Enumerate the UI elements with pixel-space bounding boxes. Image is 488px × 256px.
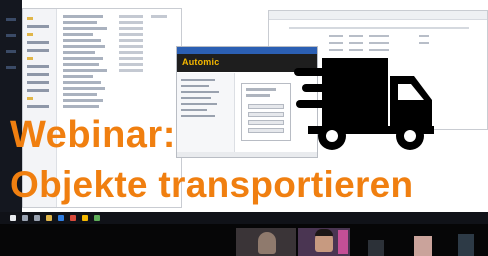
folder-icon: [27, 33, 33, 36]
list-item-date: [119, 15, 143, 18]
video-call-strip: [0, 224, 488, 256]
participant-video-tile[interactable]: [458, 234, 474, 256]
tree-item[interactable]: [181, 85, 209, 87]
nav-item[interactable]: [27, 25, 49, 28]
list-item-date: [119, 45, 143, 48]
tree-item[interactable]: [181, 79, 215, 81]
list-item-date: [119, 21, 143, 24]
list-item[interactable]: [63, 33, 93, 36]
thumbnail: Automic Webinar: Objekte transportieren: [0, 0, 488, 256]
list-item[interactable]: [63, 81, 101, 84]
app-brand-logo: Automic: [182, 57, 220, 67]
list-item[interactable]: [63, 45, 105, 48]
app-icon[interactable]: [82, 215, 88, 221]
nav-item[interactable]: [27, 49, 49, 52]
table-cell: [349, 35, 363, 37]
participant-video-tile[interactable]: [368, 240, 384, 256]
dialog-option-button[interactable]: [248, 128, 284, 133]
list-item[interactable]: [63, 93, 97, 96]
tree-item[interactable]: [181, 103, 217, 105]
participant-video-tile[interactable]: [236, 228, 296, 256]
wheel-hub: [326, 130, 338, 142]
list-item[interactable]: [63, 75, 93, 78]
tile-background: [338, 230, 348, 254]
nav-item[interactable]: [27, 65, 49, 68]
table-cell: [329, 49, 343, 51]
folder-icon: [27, 17, 33, 20]
list-item[interactable]: [63, 51, 95, 54]
list-item[interactable]: [63, 27, 107, 30]
windows-start-icon[interactable]: [10, 215, 16, 221]
table-cell: [419, 35, 429, 37]
app-icon[interactable]: [94, 215, 100, 221]
tree-item[interactable]: [181, 97, 211, 99]
desktop-icon[interactable]: [6, 50, 16, 53]
browser-icon[interactable]: [58, 215, 64, 221]
list-item-size: [151, 15, 167, 18]
tree-item[interactable]: [181, 91, 219, 93]
list-item-date: [119, 63, 143, 66]
list-item[interactable]: [63, 87, 105, 90]
webinar-title-line-2: Objekte transportieren: [10, 164, 414, 205]
task-view-icon[interactable]: [34, 215, 40, 221]
nav-item[interactable]: [27, 41, 49, 44]
list-item[interactable]: [63, 99, 103, 102]
delivery-truck-icon: [294, 58, 434, 150]
list-item[interactable]: [63, 15, 103, 18]
desktop-icon[interactable]: [6, 18, 16, 21]
participant-avatar: [258, 232, 276, 254]
dialog-option-button[interactable]: [248, 120, 284, 125]
list-item[interactable]: [63, 69, 107, 72]
list-item-date: [119, 57, 143, 60]
webinar-title-line-1: Webinar:: [10, 114, 176, 156]
list-item-date: [119, 39, 143, 42]
list-item[interactable]: [63, 39, 101, 42]
folder-icon: [27, 57, 33, 60]
app-titlebar[interactable]: [177, 47, 317, 54]
explorer-icon[interactable]: [46, 215, 52, 221]
desktop-icon[interactable]: [6, 66, 16, 69]
transport-dialog: [241, 83, 291, 141]
search-icon[interactable]: [22, 215, 28, 221]
desktop-icon[interactable]: [6, 34, 16, 37]
table-cell: [349, 42, 363, 44]
tree-item[interactable]: [181, 109, 207, 111]
truck-cab: [390, 76, 432, 128]
table-cell: [329, 35, 343, 37]
table-cell: [329, 42, 343, 44]
app-icon[interactable]: [70, 215, 76, 221]
list-item-date: [119, 51, 143, 54]
nav-item[interactable]: [27, 105, 49, 108]
participant-hair: [315, 229, 333, 236]
tree-item[interactable]: [181, 115, 215, 117]
table-cell: [369, 42, 389, 44]
table-cell: [369, 35, 389, 37]
list-item[interactable]: [63, 21, 97, 24]
list-item[interactable]: [63, 105, 99, 108]
participant-video-tile[interactable]: [298, 228, 350, 256]
wheel-hub: [404, 130, 416, 142]
nav-item[interactable]: [27, 81, 49, 84]
list-item-date: [119, 27, 143, 30]
participant-video-tile[interactable]: [414, 236, 432, 256]
table-cell: [419, 42, 429, 44]
list-item[interactable]: [63, 57, 103, 60]
dialog-option-button[interactable]: [248, 112, 284, 117]
list-item-date: [119, 33, 143, 36]
table-header: [289, 27, 469, 29]
dialog-option-button[interactable]: [248, 104, 284, 109]
list-item[interactable]: [63, 63, 99, 66]
list-item-date: [119, 69, 143, 72]
table-cell: [349, 49, 363, 51]
folder-icon: [27, 97, 33, 100]
dialog-text: [246, 88, 276, 91]
window-toolbar: [269, 11, 487, 20]
object-tree: [177, 73, 235, 157]
nav-item[interactable]: [27, 73, 49, 76]
nav-item[interactable]: [27, 89, 49, 92]
taskbar: [0, 212, 488, 224]
table-cell: [369, 49, 389, 51]
dialog-text: [246, 94, 270, 97]
truck-cargo: [322, 58, 388, 128]
